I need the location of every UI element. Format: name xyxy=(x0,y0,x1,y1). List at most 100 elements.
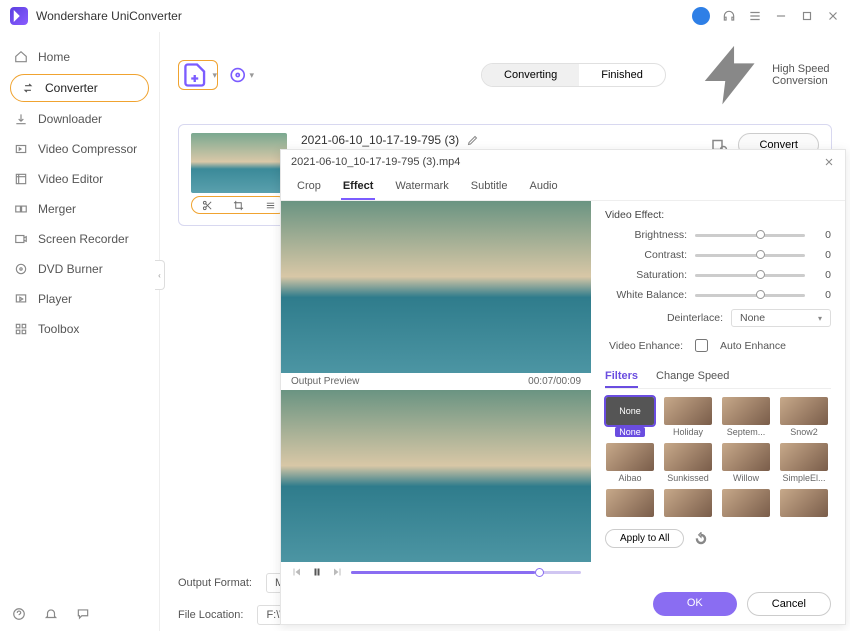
whitebalance-slider[interactable] xyxy=(695,294,805,297)
whitebalance-value: 0 xyxy=(813,289,831,301)
tab-watermark[interactable]: Watermark xyxy=(393,174,450,200)
output-preview xyxy=(281,390,591,562)
tab-finished[interactable]: Finished xyxy=(579,64,665,86)
high-speed-toggle[interactable]: High Speed Conversion xyxy=(696,40,832,110)
sidebar-item-label: Video Editor xyxy=(38,172,103,186)
sidebar-item-label: Screen Recorder xyxy=(38,232,129,246)
pause-icon[interactable] xyxy=(311,566,323,578)
sidebar-item-home[interactable]: Home xyxy=(0,42,159,72)
sidebar-item-dvd[interactable]: DVD Burner xyxy=(0,254,159,284)
collapse-sidebar[interactable]: ‹ xyxy=(155,260,165,290)
sidebar-item-toolbox[interactable]: Toolbox xyxy=(0,314,159,344)
subtab-speed[interactable]: Change Speed xyxy=(656,366,729,388)
user-avatar[interactable] xyxy=(692,7,710,25)
sidebar-item-label: DVD Burner xyxy=(38,262,103,276)
add-file-button[interactable]: ▾ xyxy=(178,60,218,90)
crop-icon[interactable] xyxy=(233,200,244,211)
filter-septem...[interactable]: Septem... xyxy=(721,397,771,437)
output-format-label: Output Format: xyxy=(178,577,252,589)
effect-panel: 2021-06-10_10-17-19-795 (3).mp4 Crop Eff… xyxy=(280,149,846,625)
sidebar-item-editor[interactable]: Video Editor xyxy=(0,164,159,194)
original-preview xyxy=(281,201,591,373)
sidebar-item-label: Home xyxy=(38,50,70,64)
converter-icon xyxy=(21,81,35,95)
filter-item-11[interactable] xyxy=(779,489,829,519)
file-name: 2021-06-10_10-17-19-795 (3) xyxy=(301,133,459,147)
app-logo xyxy=(10,7,28,25)
subtab-filters[interactable]: Filters xyxy=(605,366,638,388)
feedback-icon[interactable] xyxy=(76,607,90,621)
filter-label: Snow2 xyxy=(790,427,818,437)
brightness-label: Brightness: xyxy=(609,229,687,241)
next-frame-icon[interactable] xyxy=(331,566,343,578)
compress-icon xyxy=(14,142,28,156)
status-tabs: Converting Finished xyxy=(481,63,666,87)
bell-icon[interactable] xyxy=(44,607,58,621)
sidebar-item-label: Video Compressor xyxy=(38,142,137,156)
trim-icon[interactable] xyxy=(202,200,213,211)
filter-aibao[interactable]: Aibao xyxy=(605,443,655,483)
menu-icon[interactable] xyxy=(748,9,762,23)
contrast-slider[interactable] xyxy=(695,254,805,257)
filter-label: Sunkissed xyxy=(667,473,709,483)
filter-item-9[interactable] xyxy=(663,489,713,519)
filter-simpleel...[interactable]: SimpleEl... xyxy=(779,443,829,483)
tab-crop[interactable]: Crop xyxy=(295,174,323,200)
prev-frame-icon[interactable] xyxy=(291,566,303,578)
toolbox-icon xyxy=(14,322,28,336)
minimize-icon[interactable] xyxy=(774,9,788,23)
tab-subtitle[interactable]: Subtitle xyxy=(469,174,510,200)
sidebar-item-recorder[interactable]: Screen Recorder xyxy=(0,224,159,254)
filter-none[interactable]: NoneNone xyxy=(605,397,655,437)
preview-time: 00:07/00:09 xyxy=(528,376,581,387)
deinterlace-select[interactable]: None▾ xyxy=(731,309,831,327)
sidebar-item-compressor[interactable]: Video Compressor xyxy=(0,134,159,164)
output-preview-label: Output Preview xyxy=(291,376,359,387)
headset-icon[interactable] xyxy=(722,9,736,23)
sidebar-item-label: Player xyxy=(38,292,72,306)
file-thumbnail[interactable] xyxy=(191,133,287,193)
download-icon xyxy=(14,112,28,126)
sidebar-item-downloader[interactable]: Downloader xyxy=(0,104,159,134)
saturation-value: 0 xyxy=(813,269,831,281)
tab-audio[interactable]: Audio xyxy=(527,174,559,200)
sidebar-item-label: Converter xyxy=(45,81,98,95)
playback-slider[interactable] xyxy=(351,571,581,574)
filter-item-8[interactable] xyxy=(605,489,655,519)
filter-label: SimpleEl... xyxy=(782,473,825,483)
edit-name-icon[interactable] xyxy=(467,134,479,146)
reset-icon[interactable] xyxy=(694,532,708,546)
apply-all-button[interactable]: Apply to All xyxy=(605,529,684,548)
effect-icon[interactable] xyxy=(265,200,276,211)
filter-willow[interactable]: Willow xyxy=(721,443,771,483)
help-icon[interactable] xyxy=(12,607,26,621)
filter-holiday[interactable]: Holiday xyxy=(663,397,713,437)
close-icon[interactable] xyxy=(826,9,840,23)
enhance-label: Video Enhance: xyxy=(605,340,683,352)
filter-label: Willow xyxy=(733,473,759,483)
sidebar-item-player[interactable]: Player xyxy=(0,284,159,314)
panel-close-icon[interactable] xyxy=(823,156,835,168)
contrast-value: 0 xyxy=(813,249,831,261)
dvd-icon xyxy=(14,262,28,276)
saturation-slider[interactable] xyxy=(695,274,805,277)
panel-tabs: Crop Effect Watermark Subtitle Audio xyxy=(281,174,845,201)
app-name: Wondershare UniConverter xyxy=(36,9,182,23)
sidebar-item-label: Merger xyxy=(38,202,76,216)
auto-enhance-checkbox[interactable] xyxy=(695,339,708,352)
sidebar-item-converter[interactable]: Converter xyxy=(10,74,149,102)
tab-converting[interactable]: Converting xyxy=(482,64,579,86)
filter-sunkissed[interactable]: Sunkissed xyxy=(663,443,713,483)
filter-snow2[interactable]: Snow2 xyxy=(779,397,829,437)
ok-button[interactable]: OK xyxy=(653,592,737,616)
brightness-slider[interactable] xyxy=(695,234,805,237)
panel-filename: 2021-06-10_10-17-19-795 (3).mp4 xyxy=(291,156,460,168)
tab-effect[interactable]: Effect xyxy=(341,174,376,200)
sidebar-item-merger[interactable]: Merger xyxy=(0,194,159,224)
cancel-button[interactable]: Cancel xyxy=(747,592,831,616)
recorder-icon xyxy=(14,232,28,246)
filter-item-10[interactable] xyxy=(721,489,771,519)
dvd-load-button[interactable]: ▾ xyxy=(228,62,254,88)
maximize-icon[interactable] xyxy=(800,9,814,23)
thumb-tools xyxy=(191,196,287,214)
